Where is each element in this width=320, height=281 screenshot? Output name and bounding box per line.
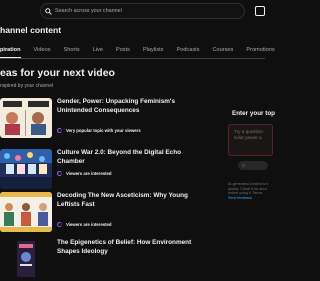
send-feedback-link[interactable]: Send feedback: [228, 196, 288, 201]
idea-card[interactable]: Gender, Power: Unpacking Feminism's Unin…: [0, 98, 200, 140]
popularity-badge: Very popular topic with your viewers: [57, 128, 141, 133]
tabs-divider: [0, 58, 265, 59]
tab-posts[interactable]: Posts: [116, 43, 130, 58]
search-bar[interactable]: Search across your channel: [40, 3, 245, 19]
idea-thumbnail[interactable]: [0, 149, 52, 189]
tab-promotions[interactable]: Promotions: [246, 43, 274, 58]
tab-playlists[interactable]: Playlists: [143, 43, 164, 58]
search-icon: [41, 7, 55, 15]
idea-title[interactable]: Decoding The New Asceticism: Why Young L…: [57, 192, 197, 209]
idea-title[interactable]: Culture War 2.0: Beyond the Digital Echo…: [57, 149, 197, 166]
search-input[interactable]: Search across your channel: [55, 8, 122, 14]
tab-shorts[interactable]: Shorts: [64, 43, 80, 58]
popularity-ring-icon: [57, 128, 62, 133]
idea-thumbnail[interactable]: [0, 239, 52, 279]
badge-label: Very popular topic with your viewers: [66, 128, 141, 133]
idea-card[interactable]: Decoding The New Asceticism: Why Young L…: [0, 192, 200, 234]
section-title: eas for your next video: [0, 67, 115, 79]
panel-title: Enter your top: [232, 110, 276, 117]
badge-label: Viewers are interested: [66, 171, 112, 176]
interest-ring-icon: [57, 171, 62, 176]
idea-title[interactable]: Gender, Power: Unpacking Feminism's Unin…: [57, 98, 197, 115]
idea-title[interactable]: The Epigenetics of Belief: How Environme…: [57, 239, 197, 256]
idea-thumbnail[interactable]: [0, 192, 52, 232]
create-button[interactable]: [255, 6, 265, 16]
section-subtitle: nspired by your channel: [0, 83, 54, 89]
content-tabs: piration Videos Shorts Live Posts Playli…: [0, 43, 288, 58]
tab-videos[interactable]: Videos: [34, 43, 51, 58]
idea-card[interactable]: Culture War 2.0: Beyond the Digital Echo…: [0, 149, 200, 191]
interest-ring-icon: [57, 222, 62, 227]
idea-thumbnail[interactable]: [0, 98, 52, 138]
tab-podcasts[interactable]: Podcasts: [176, 43, 199, 58]
page-title: hannel content: [0, 25, 62, 35]
ai-disclaimer: AI-generated content is e quality. Check…: [228, 182, 288, 200]
topic-input[interactable]: Try a question solar power a: [228, 124, 273, 156]
topic-placeholder-line2: solar power a: [234, 135, 262, 140]
tab-live[interactable]: Live: [93, 43, 103, 58]
interest-badge: Viewers are interested: [57, 171, 112, 176]
top-bar: Search across your channel: [0, 0, 265, 22]
submit-button[interactable]: S: [238, 161, 268, 170]
tab-courses[interactable]: Courses: [213, 43, 234, 58]
interest-badge: Viewers are interested: [57, 222, 112, 227]
topic-ideas-panel: Enter your top Try a question solar powe…: [225, 100, 275, 210]
idea-card[interactable]: The Epigenetics of Belief: How Environme…: [0, 239, 200, 281]
tab-inspiration[interactable]: piration: [0, 43, 21, 58]
badge-label: Viewers are interested: [66, 222, 112, 227]
